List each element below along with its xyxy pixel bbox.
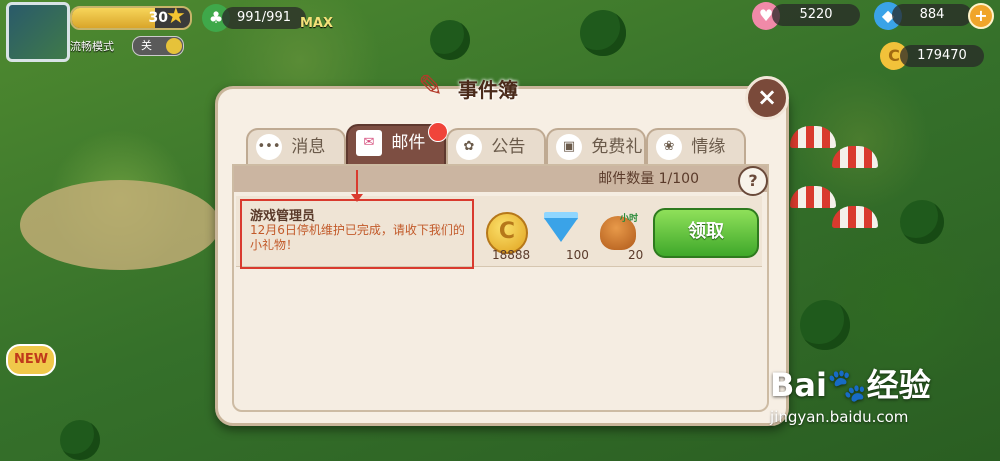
gem-reward-icon	[542, 212, 580, 250]
dirt-path	[20, 180, 220, 270]
tree	[800, 300, 850, 350]
smooth-mode-toggle[interactable]: 关	[132, 36, 184, 56]
tree	[580, 10, 626, 56]
tab-romance[interactable]: ❀ 情缘	[646, 128, 746, 166]
coins-value: 179470	[917, 48, 967, 63]
hearts-value: 5220	[799, 7, 833, 22]
gift-icon: ▣	[556, 134, 582, 160]
gems-counter: 884	[892, 4, 972, 26]
tab-announcements[interactable]: ✿ 公告	[446, 128, 546, 166]
xp-fill	[72, 8, 155, 28]
notification-dot	[428, 122, 448, 142]
tab-free-gifts[interactable]: ▣ 免费礼物	[546, 128, 646, 191]
tab-label: 邮件	[391, 133, 426, 153]
star-icon: ★	[166, 4, 186, 29]
energy-value: 991/991	[236, 10, 291, 25]
chat-icon: •••	[256, 134, 282, 160]
player-avatar[interactable]	[6, 2, 70, 62]
dialog-title: 事件簿	[458, 78, 518, 102]
smooth-mode-label: 流畅模式	[70, 40, 114, 53]
tree	[430, 20, 470, 60]
flower-icon: ✿	[456, 134, 482, 160]
scroll-icon: ✎	[418, 69, 444, 104]
tab-label: 公告	[491, 137, 526, 157]
tab-messages[interactable]: ••• 消息	[246, 128, 346, 166]
dialog-title-banner: ✎ 事件簿	[418, 70, 548, 106]
add-gems-button[interactable]: +	[968, 3, 994, 29]
gem-body	[544, 218, 578, 242]
gems-value: 884	[919, 7, 945, 22]
flower-icon: ❀	[656, 134, 682, 160]
coins-counter: 179470	[900, 45, 984, 67]
tree	[900, 200, 944, 244]
coin-reward-qty: 18888	[492, 248, 531, 262]
energy-counter: 991/991	[222, 7, 306, 29]
hearts-counter: 5220	[772, 4, 860, 26]
mail-header-bar: 邮件数量 1/100	[234, 166, 767, 192]
watermark-url: jingyan.baidu.com	[770, 408, 909, 426]
gem-reward-qty: 100	[566, 248, 589, 262]
envelope-icon: ✉	[356, 130, 382, 156]
mail-sender: 游戏管理员	[250, 209, 316, 224]
fertilizer-tag: 小时	[620, 214, 639, 224]
max-label: MAX	[300, 16, 334, 31]
tree	[60, 420, 100, 460]
claim-button[interactable]: 领取	[653, 208, 759, 258]
tab-label: 消息	[291, 137, 326, 157]
tab-label: 情缘	[691, 137, 726, 157]
help-button[interactable]: ?	[738, 166, 768, 196]
new-badge[interactable]: NEW	[6, 344, 56, 376]
fertilizer-reward-qty: 20	[628, 248, 644, 262]
toggle-state: 关	[141, 39, 152, 52]
close-button[interactable]: ×	[745, 76, 789, 120]
toggle-knob	[166, 38, 182, 54]
watermark-logo: Bai🐾经验	[770, 366, 931, 404]
mail-message: 12月6日停机维护已完成，请收下我们的小礼物！	[250, 223, 465, 252]
mail-count: 邮件数量 1/100	[598, 171, 699, 187]
